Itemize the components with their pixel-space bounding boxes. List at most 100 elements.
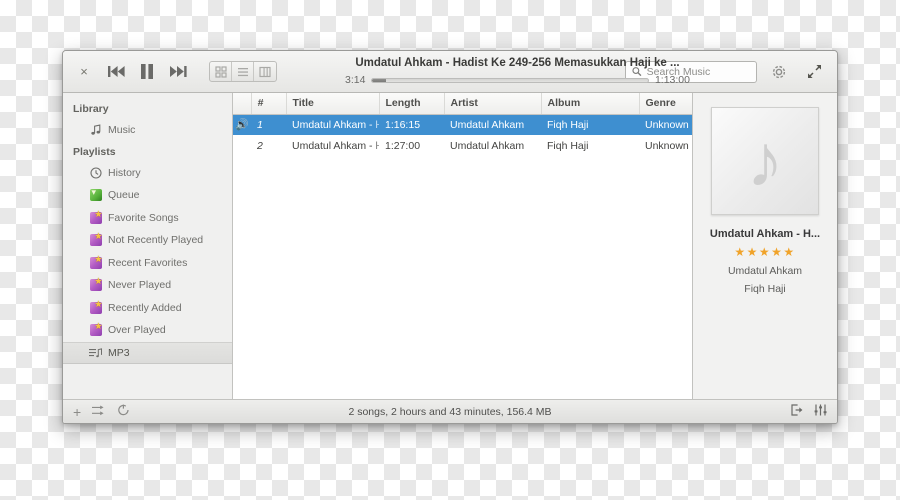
pause-icon: [141, 64, 153, 79]
smart-playlist-icon: [89, 254, 103, 269]
cell-genre: Unknown: [639, 114, 692, 135]
repeat-icon: [118, 404, 129, 415]
play-pause-button[interactable]: [134, 59, 160, 85]
next-button[interactable]: [165, 59, 191, 85]
column-header-title[interactable]: Title: [286, 93, 380, 115]
rating-stars[interactable]: ★★★★★: [734, 245, 795, 259]
history-clock-icon: [89, 166, 102, 179]
sidebar-item-music[interactable]: Music: [63, 119, 232, 142]
add-playlist-button[interactable]: +: [73, 405, 81, 419]
cell-number: 1: [251, 114, 286, 135]
seek-progress-fill: [372, 78, 387, 82]
cell-album: Fiqh Haji: [541, 114, 639, 135]
statusbar-left-group: +: [73, 403, 130, 421]
close-button[interactable]: ×: [73, 59, 95, 85]
info-artist: Umdatul Ahkam: [727, 265, 803, 277]
smart-playlist-icon: [89, 299, 103, 314]
now-playing-title: Umdatul Ahkam - Hadist Ke 249-256 Memasu…: [355, 57, 680, 69]
tracklist-header-row: # Title Length Artist Album Genre: [233, 93, 692, 115]
sidebar-item-queue[interactable]: Queue: [63, 184, 232, 207]
column-header-album[interactable]: Album: [541, 93, 640, 115]
list-view-icon: [237, 67, 248, 76]
now-playing-panel: Umdatul Ahkam - Hadist Ke 249-256 Memasu…: [345, 54, 690, 87]
next-icon: [169, 66, 187, 77]
table-row[interactable]: 2 Umdatul Ahkam - ⊢ 1:27:00 Umdatul Ahka…: [233, 135, 692, 156]
column-header-genre[interactable]: Genre: [639, 93, 692, 115]
total-time: 1:13:00: [654, 74, 690, 86]
sidebar-item-mp3[interactable]: MP3: [63, 341, 232, 364]
sidebar-item-label: Not Recently Played: [108, 234, 204, 247]
sidebar: Library Music Playlists History ▾ Queue …: [63, 93, 233, 399]
album-art: ♪: [711, 107, 819, 215]
library-summary: 2 songs, 2 hours and 43 minutes, 156.4 M…: [348, 405, 552, 418]
sidebar-item-recently-added[interactable]: Recently Added: [63, 297, 232, 320]
equalizer-button[interactable]: [814, 403, 827, 421]
cell-title: Umdatul Ahkam - ⊢: [286, 114, 379, 135]
column-header-length[interactable]: Length: [379, 93, 445, 115]
tracklist: # Title Length Artist Album Genre 🔊 1 Um…: [233, 93, 693, 399]
sidebar-group-library: Library: [73, 103, 109, 115]
cell-length: 1:27:00: [385, 139, 421, 152]
view-mode-toggle: [209, 61, 277, 82]
grid-view-button[interactable]: [210, 62, 232, 81]
smart-playlist-icon: [89, 276, 103, 292]
equalizer-icon: [814, 404, 827, 415]
sidebar-item-label: Never Played: [108, 279, 172, 292]
tracklist-table: # Title Length Artist Album Genre 🔊 1 Um…: [233, 93, 692, 156]
titlebar: × Umdatul Ahkam - Hadist Ke 249-256 Mema…: [63, 51, 837, 93]
elapsed-time: 3:14: [345, 74, 366, 86]
repeat-button[interactable]: [117, 403, 130, 421]
statusbar-right-group: [791, 403, 827, 421]
table-row[interactable]: 🔊 1 Umdatul Ahkam - ⊢ 1:16:15 Umdatul Ah…: [233, 114, 692, 135]
cell-number: 2: [257, 139, 263, 152]
previous-icon: [107, 66, 125, 77]
smart-playlist-icon: [89, 231, 103, 247]
playlist-icon: [89, 346, 102, 359]
statusbar: + 2 songs, 2 hours and 43 minutes, 156.4…: [63, 399, 837, 423]
row-playing-indicator: 🔊: [233, 114, 251, 135]
column-view-button[interactable]: [254, 62, 276, 81]
cell-title: Umdatul Ahkam - ⊢: [292, 139, 379, 152]
cell-album: Fiqh Haji: [547, 139, 589, 152]
column-header-status[interactable]: [233, 93, 252, 115]
sidebar-item-label: MP3: [108, 346, 130, 359]
row-playing-indicator: [233, 135, 251, 156]
export-button[interactable]: [791, 403, 803, 421]
sidebar-item-not-recently-played[interactable]: Not Recently Played: [63, 229, 232, 252]
sidebar-item-history[interactable]: History: [63, 162, 232, 185]
music-note-icon: ♪: [746, 118, 784, 202]
sidebar-item-label: Recent Favorites: [108, 256, 188, 269]
cell-artist: Umdatul Ahkam: [450, 139, 525, 152]
column-view-icon: [259, 66, 271, 77]
seek-slider[interactable]: [371, 77, 649, 83]
window-body: Library Music Playlists History ▾ Queue …: [63, 93, 837, 399]
cell-artist: Umdatul Ahkam: [444, 114, 541, 135]
sidebar-item-favorite-songs[interactable]: Favorite Songs: [63, 207, 232, 230]
sidebar-item-recent-favorites[interactable]: Recent Favorites: [63, 252, 232, 275]
cell-length: 1:16:15: [379, 114, 444, 135]
sidebar-item-over-played[interactable]: Over Played: [63, 319, 232, 342]
info-title: Umdatul Ahkam - H...: [709, 228, 821, 240]
sidebar-group-playlists: Playlists: [73, 145, 116, 158]
smart-playlist-icon: [89, 321, 103, 337]
fullscreen-button[interactable]: [801, 59, 827, 85]
sidebar-item-label: Music: [108, 124, 136, 137]
shuffle-icon: [92, 405, 104, 415]
track-info-panel: ♪ Umdatul Ahkam - H... ★★★★★ Umdatul Ahk…: [693, 93, 837, 399]
music-note-icon: [89, 124, 102, 137]
list-view-button[interactable]: [232, 62, 254, 81]
close-icon: ×: [80, 64, 88, 79]
queue-icon: [89, 187, 102, 202]
music-player-window: × Umdatul Ahkam - Hadist Ke 249-256 Mema…: [62, 50, 838, 424]
column-header-number[interactable]: #: [251, 93, 287, 115]
grid-view-icon: [214, 65, 227, 78]
shuffle-button[interactable]: [92, 403, 106, 421]
column-header-artist[interactable]: Artist: [444, 93, 542, 115]
sidebar-item-label: Queue: [108, 189, 140, 202]
sidebar-item-never-played[interactable]: Never Played: [63, 274, 232, 297]
playback-controls: [103, 59, 191, 85]
settings-button[interactable]: [766, 59, 792, 85]
speaker-icon: 🔊: [235, 118, 249, 131]
previous-button[interactable]: [103, 59, 129, 85]
sidebar-item-label: History: [108, 166, 141, 179]
